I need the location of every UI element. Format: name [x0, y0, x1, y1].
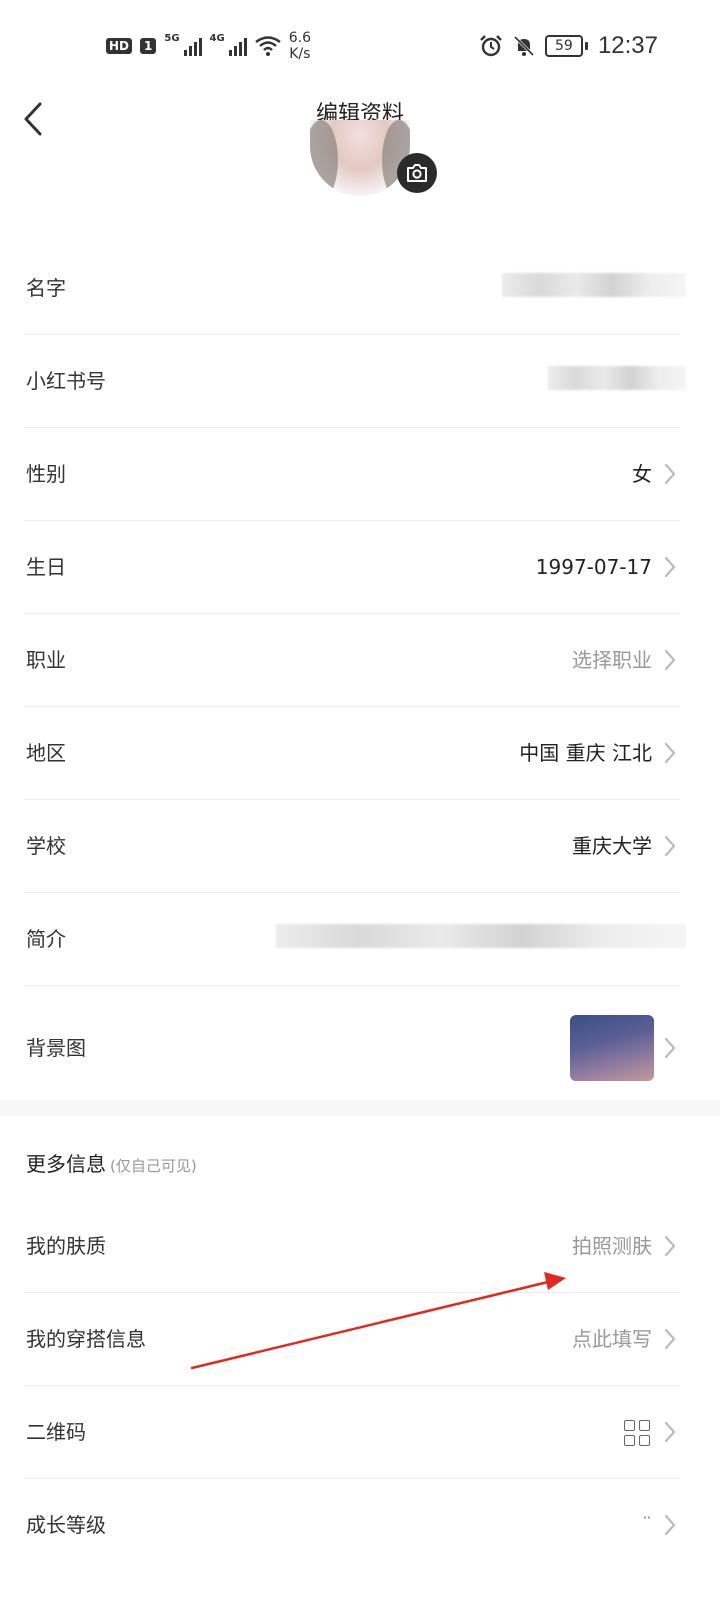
row-label: 二维码: [26, 1420, 86, 1444]
section-divider: [0, 1100, 720, 1116]
row-label: 简介: [26, 927, 66, 951]
chevron-right-icon: [664, 1514, 676, 1536]
row-birthday[interactable]: 生日 1997-07-17: [24, 521, 680, 614]
chevron-right-icon: [664, 742, 676, 764]
outfit-info-value: 点此填写: [572, 1327, 652, 1351]
chevron-right-icon: [664, 1328, 676, 1350]
status-bar-right: 59 12:37: [479, 30, 658, 62]
row-gender[interactable]: 性别 女: [24, 428, 680, 521]
row-label: 学校: [26, 834, 66, 858]
chevron-right-icon: [664, 1037, 676, 1059]
more-info-title: 更多信息: [26, 1152, 106, 1176]
qr-code-icon: [624, 1420, 650, 1446]
chevron-right-icon: [664, 1421, 676, 1443]
gender-value: 女: [632, 462, 652, 486]
signal-icon: [228, 36, 247, 56]
network-speed-value: 6.6: [288, 30, 311, 46]
row-label: 我的穿搭信息: [26, 1327, 146, 1351]
skin-type-value: 拍照测肤: [572, 1234, 652, 1258]
more-info-subtitle: (仅自己可见): [110, 1157, 197, 1175]
row-label: 性别: [26, 462, 66, 486]
row-name[interactable]: 名字: [24, 242, 686, 335]
avatar[interactable]: [310, 120, 410, 196]
school-value: 重庆大学: [572, 834, 652, 858]
growth-level-value: ¨: [642, 1513, 652, 1537]
row-label: 名字: [26, 276, 66, 300]
background-thumbnail: [570, 1015, 654, 1081]
row-label: 小红书号: [26, 369, 106, 393]
status-bar: HD 1 5G 4G 6.6 K/s 59 12:37: [0, 0, 720, 90]
network-4g-label: 4G: [209, 32, 225, 44]
chevron-right-icon: [664, 835, 676, 857]
row-label: 成长等级: [26, 1513, 106, 1537]
chevron-right-icon: [664, 463, 676, 485]
chevron-right-icon: [664, 556, 676, 578]
row-label: 我的肤质: [26, 1234, 106, 1258]
region-value: 中国 重庆 江北: [519, 741, 652, 765]
clock: 12:37: [597, 32, 658, 59]
row-growth-level[interactable]: 成长等级 ¨: [24, 1479, 680, 1571]
row-occupation[interactable]: 职业 选择职业: [24, 614, 680, 707]
occupation-value: 选择职业: [572, 648, 652, 672]
sim-badge: 1: [140, 38, 157, 54]
bio-value-redacted: [276, 924, 686, 948]
row-label: 生日: [26, 555, 66, 579]
redbook-id-value-redacted: [548, 366, 686, 390]
row-skin-type[interactable]: 我的肤质 拍照测肤: [24, 1200, 680, 1293]
birthday-value: 1997-07-17: [535, 555, 652, 579]
network-speed-unit: K/s: [289, 46, 311, 62]
battery-level: 59: [544, 35, 583, 57]
row-label: 背景图: [26, 1036, 86, 1060]
chevron-right-icon: [664, 649, 676, 671]
status-bar-left: HD 1 5G 4G 6.6 K/s: [106, 30, 311, 62]
name-value-redacted: [502, 273, 686, 297]
row-redbook-id: 小红书号: [24, 335, 686, 428]
alarm-icon: [480, 35, 502, 57]
camera-icon: [407, 164, 427, 182]
profile-list: 名字 小红书号 性别 女 生日 1997-07-17 职业 选择职业 地区 中国…: [0, 242, 720, 1110]
row-qr-code[interactable]: 二维码: [24, 1386, 680, 1479]
network-speed: 6.6 K/s: [289, 30, 311, 62]
row-background-image[interactable]: 背景图: [24, 986, 680, 1110]
battery-icon: 59: [544, 35, 588, 57]
more-info-header: 更多信息 (仅自己可见): [26, 1148, 197, 1177]
row-outfit-info[interactable]: 我的穿搭信息 点此填写: [24, 1293, 680, 1386]
row-school[interactable]: 学校 重庆大学: [24, 800, 680, 893]
row-label: 职业: [26, 648, 66, 672]
wifi-icon: [254, 36, 281, 56]
change-avatar-button[interactable]: [397, 153, 437, 193]
signal-icon: [183, 36, 202, 56]
more-info-list: 我的肤质 拍照测肤 我的穿搭信息 点此填写 二维码 成长等级 ¨: [0, 1200, 720, 1571]
network-5g-label: 5G: [164, 32, 180, 44]
row-label: 地区: [26, 741, 66, 765]
row-region[interactable]: 地区 中国 重庆 江北: [24, 707, 680, 800]
row-bio[interactable]: 简介: [24, 893, 686, 986]
mute-bell-icon: [513, 35, 534, 57]
chevron-right-icon: [664, 1235, 676, 1257]
hd-badge: HD: [106, 38, 133, 54]
